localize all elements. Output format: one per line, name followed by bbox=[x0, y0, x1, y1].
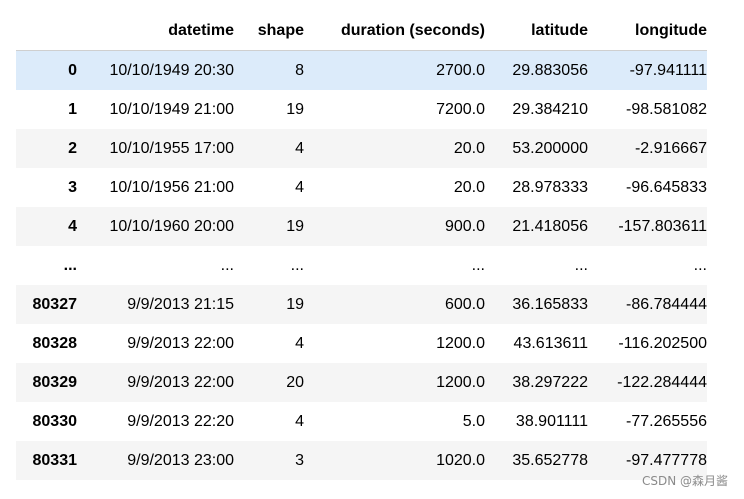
row-index: 3 bbox=[68, 178, 77, 196]
cell-latitude: 38.297222 bbox=[512, 373, 588, 391]
cell-latitude: 29.883056 bbox=[512, 61, 588, 79]
cell-latitude: 28.978333 bbox=[512, 178, 588, 196]
cell-duration: 900.0 bbox=[444, 217, 485, 235]
dataframe-table: datetime shape duration (seconds) latitu… bbox=[16, 11, 707, 480]
cell-datetime: ... bbox=[220, 256, 234, 274]
watermark: CSDN @森月酱 bbox=[641, 474, 728, 488]
cell-shape: ... bbox=[290, 256, 304, 274]
row-index: 80331 bbox=[32, 451, 78, 469]
cell-duration: 600.0 bbox=[444, 295, 485, 313]
cell-shape: 19 bbox=[286, 217, 304, 235]
cell-shape: 8 bbox=[295, 61, 304, 79]
row-index: 0 bbox=[68, 61, 77, 79]
row-index: 80327 bbox=[32, 295, 78, 313]
row-index: ... bbox=[63, 256, 77, 274]
cell-longitude: -98.581082 bbox=[626, 100, 707, 118]
cell-duration: 5.0 bbox=[462, 412, 485, 430]
header-index bbox=[16, 11, 77, 51]
cell-latitude: 29.384210 bbox=[512, 100, 588, 118]
cell-datetime: 10/10/1949 21:00 bbox=[109, 100, 234, 118]
cell-longitude: -2.916667 bbox=[634, 139, 707, 157]
cell-shape: 19 bbox=[286, 100, 304, 118]
header-row: datetime shape duration (seconds) latitu… bbox=[16, 11, 707, 51]
table-row: 0 10/10/1949 20:30 8 2700.0 29.883056 -97.941… bbox=[16, 50, 707, 90]
cell-latitude: 43.613611 bbox=[513, 334, 588, 352]
table-header: datetime shape duration (seconds) latitu… bbox=[16, 11, 707, 51]
header-longitude: longitude bbox=[588, 11, 707, 51]
row-index: 1 bbox=[68, 100, 77, 118]
cell-latitude: 21.418056 bbox=[512, 217, 588, 235]
row-index: 2 bbox=[68, 139, 77, 157]
cell-duration: 7200.0 bbox=[436, 100, 485, 118]
cell-shape: 19 bbox=[286, 295, 304, 313]
cell-longitude: -86.784444 bbox=[626, 295, 707, 313]
cell-longitude: -122.284444 bbox=[617, 373, 707, 391]
header-datetime: datetime bbox=[77, 11, 234, 51]
table-row: 80328 9/9/2013 22:00 4 1200.0 43.613611 -116.… bbox=[16, 324, 708, 363]
header-duration: duration (seconds) bbox=[304, 11, 485, 51]
cell-shape: 3 bbox=[295, 451, 304, 469]
cell-duration: 2700.0 bbox=[436, 61, 485, 79]
table-row: 4 10/10/1960 20:00 19 900.0 21.418056 -157.80… bbox=[16, 207, 707, 246]
cell-latitude: 38.901111 bbox=[515, 412, 588, 430]
cell-duration: 20.0 bbox=[453, 178, 485, 196]
cell-shape: 4 bbox=[295, 412, 304, 430]
table-row: 1 10/10/1949 21:00 19 7200.0 29.384210 -98.58… bbox=[16, 90, 707, 129]
cell-datetime: 9/9/2013 22:00 bbox=[127, 373, 234, 391]
header-shape: shape bbox=[234, 11, 304, 51]
cell-duration: 1200.0 bbox=[436, 334, 485, 352]
cell-shape: 20 bbox=[286, 373, 304, 391]
cell-latitude: 35.652778 bbox=[512, 451, 588, 469]
cell-duration: 1200.0 bbox=[436, 373, 485, 391]
table-row: .................. bbox=[16, 246, 707, 285]
cell-duration: 20.0 bbox=[453, 139, 485, 157]
table-body: 0 10/10/1949 20:30 8 2700.0 29.883056 -97.941… bbox=[16, 50, 708, 480]
cell-longitude: -97.941111 bbox=[629, 61, 707, 79]
cell-shape: 4 bbox=[295, 334, 304, 352]
cell-latitude: ... bbox=[574, 256, 588, 274]
table-row: 80330 9/9/2013 22:20 4 5.0 38.901111 -77.2655… bbox=[16, 402, 708, 441]
cell-shape: 4 bbox=[295, 178, 304, 196]
table-row: 80327 9/9/2013 21:15 19 600.0 36.165833 -86.7… bbox=[16, 285, 707, 324]
cell-datetime: 9/9/2013 22:20 bbox=[127, 412, 234, 430]
cell-datetime: 9/9/2013 23:00 bbox=[127, 451, 234, 469]
cell-datetime: 10/10/1949 20:30 bbox=[109, 61, 234, 79]
table-row: 3 10/10/1956 21:00 4 20.0 28.978333 -96.64583… bbox=[16, 168, 707, 207]
cell-longitude: -77.265556 bbox=[626, 412, 707, 430]
cell-datetime: 9/9/2013 21:15 bbox=[127, 295, 234, 313]
cell-shape: 4 bbox=[295, 139, 304, 157]
cell-duration: ... bbox=[471, 256, 485, 274]
cell-latitude: 36.165833 bbox=[512, 295, 588, 313]
cell-datetime: 10/10/1960 20:00 bbox=[109, 217, 234, 235]
cell-datetime: 10/10/1955 17:00 bbox=[109, 139, 234, 157]
cell-latitude: 53.200000 bbox=[512, 139, 588, 157]
table-row: 80329 9/9/2013 22:00 20 1200.0 38.297222 -122… bbox=[16, 363, 707, 402]
table-row: 2 10/10/1955 17:00 4 20.0 53.200000 -2.916667 bbox=[16, 129, 707, 168]
cell-longitude: -96.645833 bbox=[626, 178, 707, 196]
cell-longitude: -157.803611 bbox=[618, 217, 707, 235]
row-index: 4 bbox=[68, 217, 77, 235]
row-index: 80328 bbox=[32, 334, 78, 352]
row-index: 80330 bbox=[32, 412, 78, 430]
header-latitude: latitude bbox=[485, 11, 588, 51]
table-row: 80331 9/9/2013 23:00 3 1020.0 35.652778 -97.4… bbox=[16, 441, 707, 480]
cell-datetime: 10/10/1956 21:00 bbox=[109, 178, 234, 196]
cell-longitude: -116.202500 bbox=[618, 334, 707, 352]
cell-longitude: ... bbox=[693, 256, 707, 274]
row-index: 80329 bbox=[32, 373, 78, 391]
cell-duration: 1020.0 bbox=[436, 451, 485, 469]
cell-datetime: 9/9/2013 22:00 bbox=[127, 334, 234, 352]
